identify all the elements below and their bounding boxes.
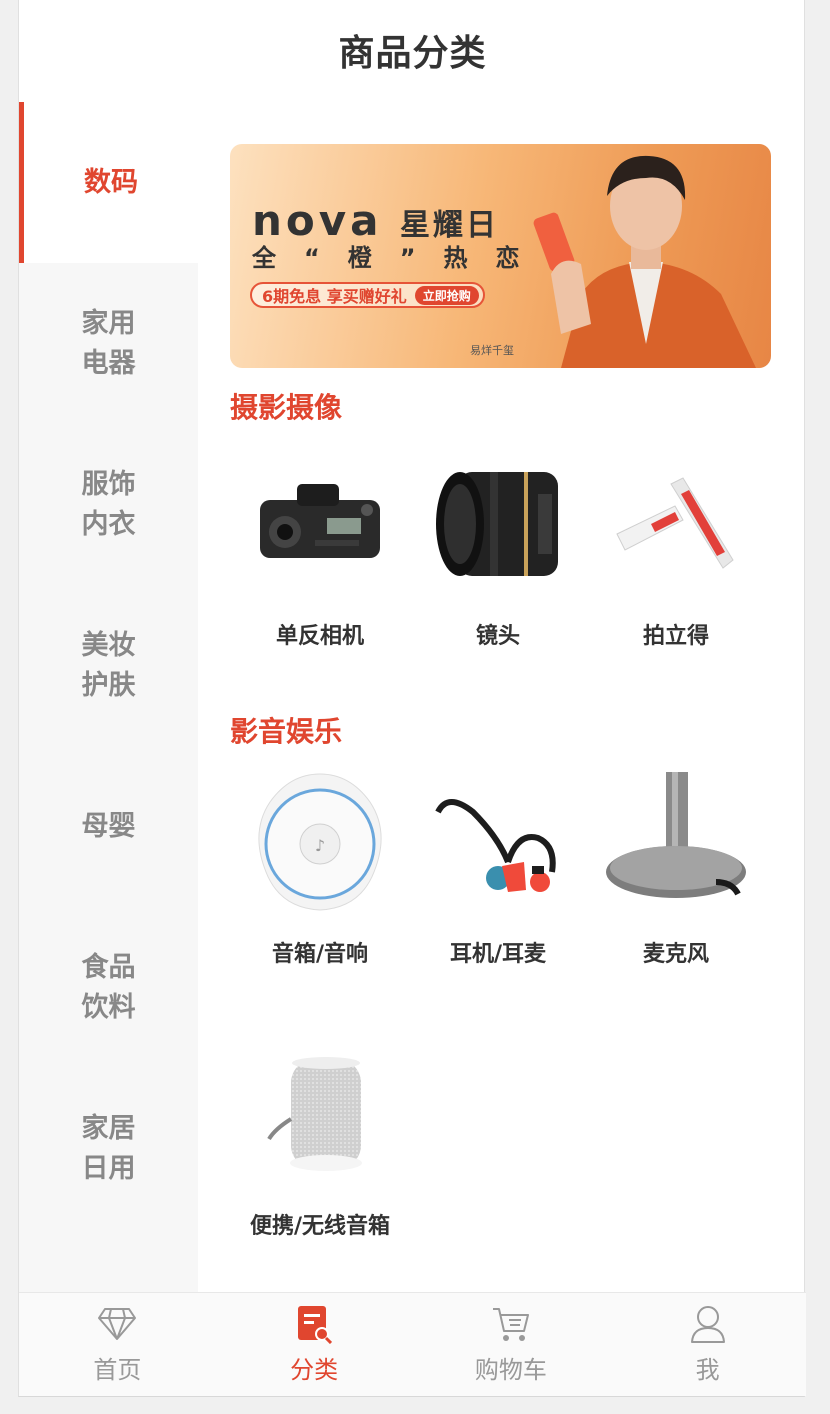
sidebar-item-label: 食品 饮料 — [81, 951, 136, 1023]
sidebar-item-label: 数码 — [84, 166, 138, 198]
category-portable-speaker[interactable]: 便携/无线音箱 — [230, 1044, 410, 1240]
tab-category[interactable]: 分类 — [216, 1293, 413, 1396]
portable-speaker-icon — [250, 1044, 390, 1184]
instant-camera-icon — [606, 454, 746, 594]
earphones-icon — [428, 772, 568, 912]
sidebar-item-apparel[interactable]: 服饰 内衣 — [19, 424, 198, 585]
sidebar-item-digital[interactable]: 数码 — [19, 102, 198, 263]
banner-promo-text: 6期免息 享买赠好礼 — [262, 287, 407, 306]
page-title: 商品分类 — [338, 33, 487, 74]
tab-label: 首页 — [93, 1356, 142, 1384]
section-title-audio-video: 影音娱乐 — [230, 715, 343, 748]
banner-slogan: 全“橙”热恋 — [252, 244, 548, 272]
category-content: nova 星耀日 全“橙”热恋 6期免息 享买赠好礼 立即抢购 易烊千玺 摄影摄… — [198, 102, 806, 1292]
sidebar-item-baby[interactable]: 母婴 — [19, 746, 198, 907]
banner-signature: 易烊千玺 — [470, 344, 514, 357]
microphone-icon — [606, 772, 746, 912]
banner-promo: 6期免息 享买赠好礼 立即抢购 — [250, 282, 485, 308]
cart-icon — [491, 1304, 531, 1344]
category-camera-lens[interactable]: 镜头 — [408, 454, 588, 650]
dslr-camera-icon — [250, 454, 390, 594]
tab-me[interactable]: 我 — [609, 1293, 806, 1396]
sidebar-item-label: 母婴 — [81, 810, 136, 842]
user-icon — [688, 1304, 728, 1344]
category-search-icon — [294, 1304, 334, 1344]
svg-text:♪: ♪ — [315, 836, 325, 855]
section-title-photography: 摄影摄像 — [230, 391, 343, 424]
sidebar-item-beauty[interactable]: 美妆 护肤 — [19, 585, 198, 746]
category-earphones[interactable]: 耳机/耳麦 — [408, 772, 588, 968]
smart-speaker-icon: ♪ — [250, 772, 390, 912]
tab-label: 购物车 — [474, 1356, 547, 1384]
sidebar-item-label: 家居 日用 — [81, 1112, 136, 1184]
sidebar-item-label: 美妆 护肤 — [81, 629, 136, 701]
tab-label: 分类 — [290, 1356, 339, 1384]
category-label: 音箱/音响 — [271, 942, 369, 967]
category-label: 镜头 — [475, 624, 520, 649]
header: 商品分类 — [19, 0, 806, 100]
diamond-icon — [97, 1304, 137, 1344]
sidebar-item-label: 服饰 内衣 — [81, 468, 136, 540]
bottom-tabbar: 首页 分类 购物车 我 — [19, 1292, 806, 1396]
category-label: 单反相机 — [275, 624, 364, 649]
category-instant-camera[interactable]: 拍立得 — [586, 454, 766, 650]
tab-home[interactable]: 首页 — [19, 1293, 216, 1396]
banner-person-image — [533, 155, 756, 368]
sidebar-item-appliances[interactable]: 家用 电器 — [19, 263, 198, 424]
tab-cart[interactable]: 购物车 — [413, 1293, 610, 1396]
sidebar-item-home[interactable]: 家居 日用 — [19, 1068, 198, 1229]
banner-buy-button[interactable]: 立即抢购 — [414, 285, 479, 305]
sidebar-item-label: 家用 电器 — [81, 307, 136, 379]
category-smart-speaker[interactable]: ♪ 音箱/音响 — [230, 772, 410, 968]
category-microphone[interactable]: 麦克风 — [586, 772, 766, 968]
app-screen: 商品分类 数码 家用 电器 服饰 内衣 美妆 护肤 母婴 食品 饮料 家居 日用… — [18, 0, 806, 1397]
tab-label: 我 — [695, 1356, 720, 1384]
camera-lens-icon — [428, 454, 568, 594]
category-dslr-camera[interactable]: 单反相机 — [230, 454, 410, 650]
category-label: 麦克风 — [642, 942, 709, 967]
category-label: 便携/无线音箱 — [249, 1214, 391, 1239]
promo-banner[interactable]: nova 星耀日 全“橙”热恋 6期免息 享买赠好礼 立即抢购 易烊千玺 — [230, 144, 771, 368]
category-label: 拍立得 — [642, 624, 709, 649]
sidebar-item-food[interactable]: 食品 饮料 — [19, 907, 198, 1068]
category-sidebar: 数码 家用 电器 服饰 内衣 美妆 护肤 母婴 食品 饮料 家居 日用 — [19, 102, 198, 1292]
category-label: 耳机/耳麦 — [449, 942, 547, 967]
